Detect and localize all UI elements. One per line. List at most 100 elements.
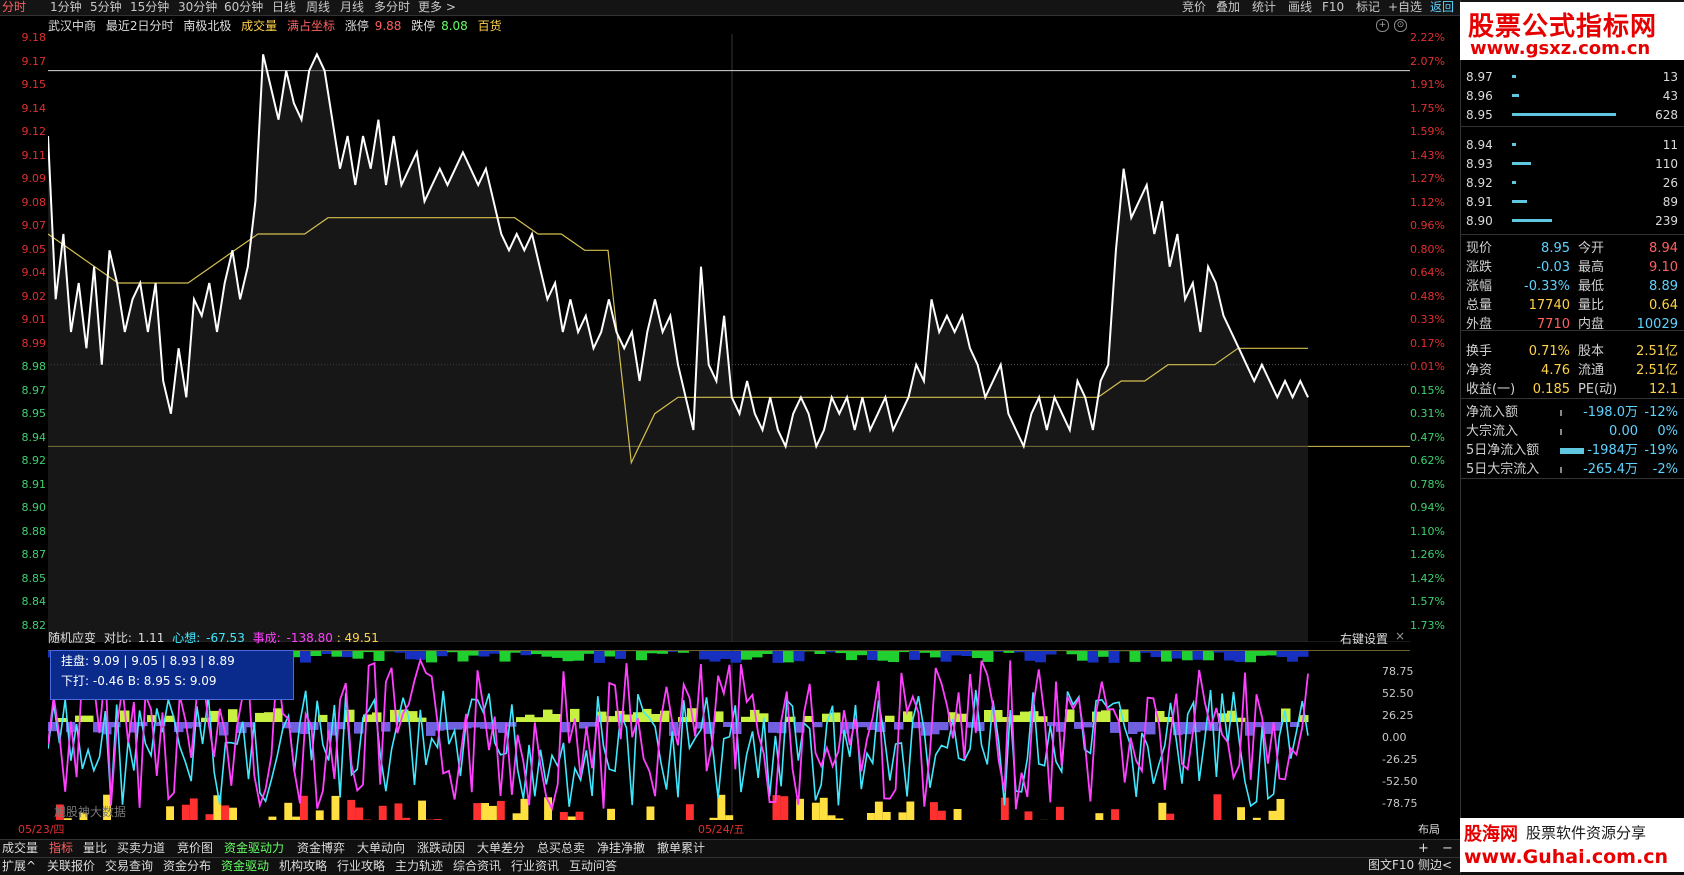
zero-band-bar bbox=[426, 722, 436, 736]
tool-draw-button[interactable]: 画线 bbox=[1288, 0, 1312, 15]
top-band-bar bbox=[1140, 651, 1151, 653]
bottom-bar bbox=[229, 808, 237, 820]
period-tab-daily[interactable]: 日线 bbox=[272, 0, 296, 15]
indicator-name[interactable]: 随机应变 bbox=[48, 631, 96, 645]
quote-key: 量比 bbox=[1578, 297, 1604, 315]
period-tab-15min[interactable]: 15分钟 bbox=[130, 0, 169, 15]
bottom-bar bbox=[576, 812, 584, 820]
indicator-tab[interactable]: 净挂净撤 bbox=[597, 840, 645, 857]
tool-overlay-button[interactable]: 叠加 bbox=[1216, 0, 1240, 15]
flow-row: 净流入额-198.0万-12% bbox=[1466, 404, 1680, 422]
indicator-tab[interactable]: 大单差分 bbox=[477, 840, 525, 857]
close-icon[interactable]: × bbox=[1395, 629, 1405, 643]
info-tab[interactable]: 资金分布 bbox=[163, 858, 211, 875]
info-tab[interactable]: 资金驱动 bbox=[221, 858, 269, 875]
tool-watchlist-button[interactable]: +自选 bbox=[1388, 0, 1422, 15]
indicator-tab[interactable]: 撤单累计 bbox=[657, 840, 705, 857]
period-tab-more[interactable]: 更多 > bbox=[418, 0, 456, 15]
indicator-tab[interactable]: 买卖力道 bbox=[117, 840, 165, 857]
bottom-bar bbox=[332, 796, 340, 820]
zoom-in-icon[interactable]: + bbox=[1418, 841, 1429, 856]
indicator-settings[interactable]: 右键设置 bbox=[1340, 630, 1388, 647]
period-tab-1min[interactable]: 1分钟 bbox=[50, 0, 82, 15]
top-band-bar bbox=[1161, 651, 1172, 662]
top-band-bar bbox=[1235, 651, 1246, 662]
quote-value: 8.95 bbox=[1541, 240, 1570, 258]
price-tick: 9.05 bbox=[2, 243, 46, 256]
bottom-bar bbox=[1237, 807, 1245, 820]
period-tab-5min[interactable]: 5分钟 bbox=[90, 0, 122, 15]
bottom-bar bbox=[812, 803, 820, 820]
price-tick: 8.92 bbox=[2, 454, 46, 467]
info-tab[interactable]: 行业资讯 bbox=[511, 858, 559, 875]
indicator-tab[interactable]: 大单动向 bbox=[357, 840, 405, 857]
period-tab-monthly[interactable]: 月线 bbox=[340, 0, 364, 15]
limit-up-value: 9.88 bbox=[375, 19, 402, 33]
top-band-bar bbox=[657, 651, 668, 654]
sidebar-toggle[interactable]: 侧边< bbox=[1418, 857, 1452, 874]
bottom-bar bbox=[725, 815, 733, 820]
info-tab[interactable]: 行业攻略 bbox=[337, 858, 385, 875]
period-tab-30min[interactable]: 30分钟 bbox=[178, 0, 217, 15]
info-tab[interactable]: 交易查询 bbox=[105, 858, 153, 875]
zoom-out-icon[interactable]: − bbox=[1442, 841, 1453, 856]
indicator-tabs: 成交量指标量比买卖力道竞价图资金驱动力资金博弈大单动向涨跌动因大单差分总买总卖净… bbox=[0, 839, 1460, 857]
tool-stats-button[interactable]: 统计 bbox=[1252, 0, 1276, 15]
period-tab-60min[interactable]: 60分钟 bbox=[224, 0, 263, 15]
tool-bid-button[interactable]: 竞价 bbox=[1182, 0, 1206, 15]
percent-tick: 0.15% bbox=[1410, 384, 1445, 397]
order-volume: 13 bbox=[1663, 68, 1678, 86]
quote-divider-2 bbox=[1460, 398, 1684, 399]
indicator-tab[interactable]: 总买总卖 bbox=[537, 840, 585, 857]
bottom-bar bbox=[954, 809, 962, 820]
top-band-bar bbox=[846, 651, 857, 660]
indicator-tab[interactable]: 指标 bbox=[49, 840, 73, 857]
layout-button[interactable]: 布局 bbox=[1418, 821, 1440, 837]
flow-pct: -2% bbox=[1653, 461, 1678, 479]
bottom-bar bbox=[780, 796, 788, 820]
info-tab[interactable]: 综合资讯 bbox=[453, 858, 501, 875]
top-band-bar bbox=[678, 651, 689, 653]
bottom-bar bbox=[269, 817, 277, 820]
indicator-tab[interactable]: 竞价图 bbox=[177, 840, 213, 857]
top-band-bar bbox=[573, 651, 584, 661]
tool-f10-button[interactable]: F10 bbox=[1322, 0, 1344, 15]
period-tab-multi[interactable]: 多分时 bbox=[374, 0, 410, 15]
tool-back-button[interactable]: 返回 bbox=[1430, 0, 1454, 15]
period-tab-weekly[interactable]: 周线 bbox=[306, 0, 330, 15]
order-price: 8.94 bbox=[1466, 136, 1493, 154]
percent-tick: 1.12% bbox=[1410, 196, 1445, 209]
indicator-tab[interactable]: 资金博弈 bbox=[297, 840, 345, 857]
top-band-bar bbox=[479, 651, 490, 657]
date-label-2: 05/24/五 bbox=[698, 821, 744, 837]
order-book-row: 8.9411 bbox=[1466, 136, 1680, 154]
info-tab[interactable]: 主力轨迹 bbox=[395, 858, 443, 875]
zero-band-bar bbox=[507, 722, 517, 727]
order-book-row: 8.9189 bbox=[1466, 193, 1680, 211]
settings-icon[interactable]: ⊙ bbox=[1394, 19, 1407, 32]
order-volume-bar bbox=[1512, 200, 1527, 203]
info-tab[interactable]: 机构攻略 bbox=[279, 858, 327, 875]
price-tick: 9.04 bbox=[2, 266, 46, 279]
period-tab-intraday[interactable]: 分时 bbox=[2, 0, 26, 15]
quote-value: 4.76 bbox=[1541, 362, 1570, 380]
tool-mark-button[interactable]: 标记 bbox=[1356, 0, 1380, 15]
coord-label[interactable]: 满占坐标 bbox=[287, 19, 335, 33]
add-icon[interactable]: + bbox=[1376, 19, 1389, 32]
info-tab[interactable]: 互动问答 bbox=[569, 858, 617, 875]
info-tab[interactable]: 扩展^ bbox=[2, 858, 36, 875]
order-volume-bar bbox=[1512, 75, 1516, 78]
top-band-bar bbox=[920, 651, 931, 653]
percent-tick: 1.75% bbox=[1410, 102, 1445, 115]
top-band-bar bbox=[1014, 651, 1025, 652]
top-band-bar bbox=[878, 651, 889, 661]
view-mode[interactable]: 最近2日分时 bbox=[106, 19, 174, 33]
indicator-tab[interactable]: 涨跌动因 bbox=[417, 840, 465, 857]
indicator-tab[interactable]: 成交量 bbox=[2, 840, 38, 857]
quote-key: 内盘 bbox=[1578, 316, 1604, 334]
f10-text-button[interactable]: 图文F10 bbox=[1368, 857, 1414, 874]
indicator-tab[interactable]: 量比 bbox=[83, 840, 107, 857]
info-tab[interactable]: 关联报价 bbox=[47, 858, 95, 875]
indicator-tab[interactable]: 资金驱动力 bbox=[224, 840, 284, 857]
top-band-bar bbox=[888, 651, 899, 662]
